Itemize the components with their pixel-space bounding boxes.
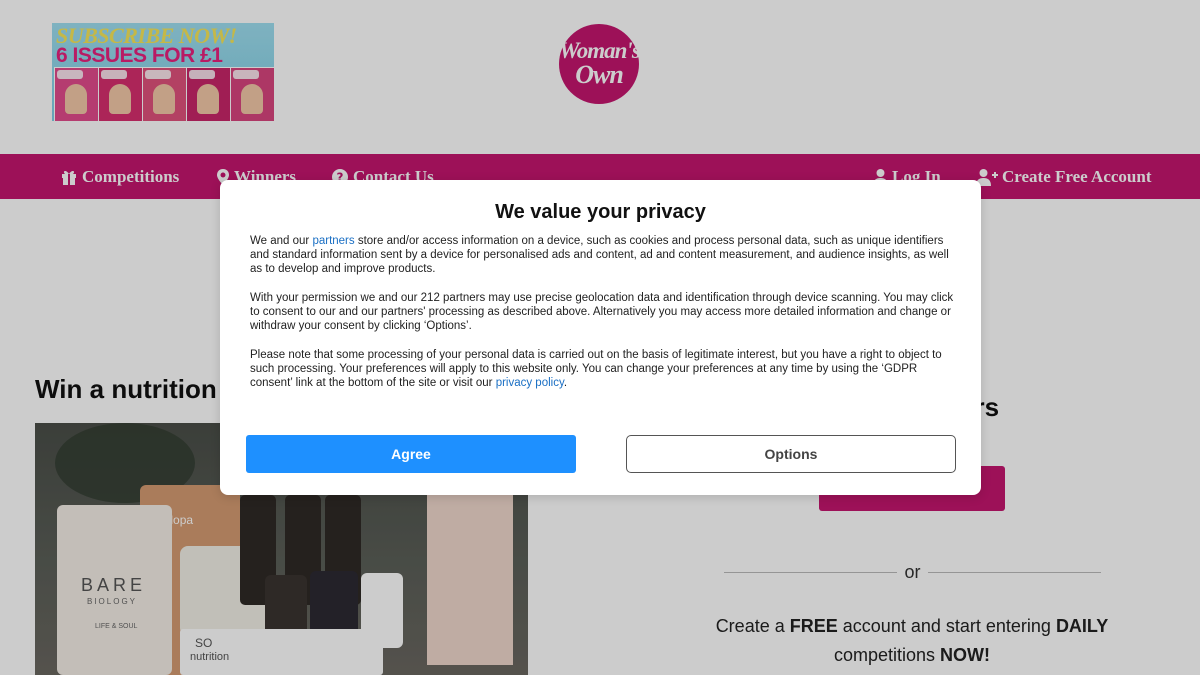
privacy-consent-dialog: We value your privacy We and our partner…	[220, 180, 981, 495]
dialog-title: We value your privacy	[495, 201, 706, 223]
agree-button[interactable]: Agree	[246, 435, 576, 473]
consent-paragraph: Please note that some processing of your…	[250, 349, 942, 390]
consent-paragraph: With your permission we and our 212 part…	[250, 292, 954, 333]
options-button[interactable]: Options	[626, 435, 956, 473]
consent-paragraph: We and our partners store and/or access …	[250, 235, 949, 276]
partners-link[interactable]: partners	[312, 235, 354, 247]
privacy-policy-link[interactable]: privacy policy	[496, 377, 564, 389]
